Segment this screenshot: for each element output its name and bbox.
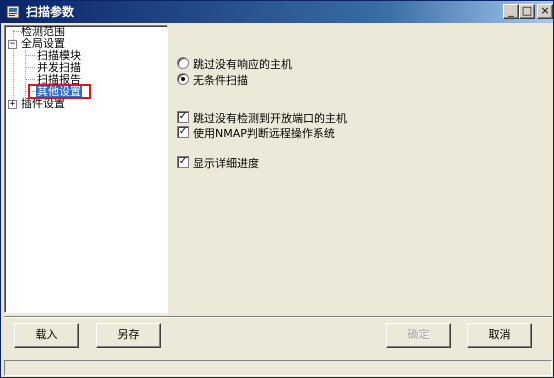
radio-skip-unresponsive[interactable] xyxy=(177,57,189,69)
checkbox-skip-no-open-ports[interactable]: ✓ xyxy=(177,111,189,123)
load-button[interactable]: 载入 xyxy=(14,323,79,348)
radio-selected-dot xyxy=(181,77,185,81)
radio-label-unconditional-scan: 无条件扫描 xyxy=(193,74,248,87)
status-bar xyxy=(4,360,552,376)
minimize-button[interactable]: _ xyxy=(503,4,519,19)
collapse-icon[interactable]: − xyxy=(8,40,17,49)
tree-connector xyxy=(25,79,35,80)
footer-divider xyxy=(4,316,552,318)
checkbox-show-detailed-progress[interactable]: ✓ xyxy=(177,156,189,168)
expand-icon[interactable]: + xyxy=(8,100,17,109)
radio-unconditional-scan[interactable] xyxy=(177,73,189,85)
options-panel: 跳过没有响应的主机 无条件扫描 ✓ 跳过没有检测到开放端口的主机 ✓ 使用NMA… xyxy=(171,25,551,313)
tree-connector xyxy=(25,50,26,102)
close-button[interactable]: × xyxy=(537,4,553,19)
tree-connector xyxy=(25,67,35,68)
tree-connector xyxy=(25,55,35,56)
checkbox-label-show-detailed-progress: 显示详细进度 xyxy=(193,157,259,170)
radio-label-skip-unresponsive: 跳过没有响应的主机 xyxy=(193,58,292,71)
checkbox-use-nmap-os[interactable]: ✓ xyxy=(177,126,189,138)
dialog-window: 扫描参数 _ □ × 检测范围 − 全局设置 扫描模块 并发扫描 扫描报告 其他… xyxy=(0,0,554,378)
window-title: 扫描参数 xyxy=(26,5,75,19)
checkbox-label-use-nmap-os: 使用NMAP判断远程操作系统 xyxy=(193,127,335,140)
annotation-highlight-box xyxy=(28,84,91,99)
checkbox-label-skip-no-open-ports: 跳过没有检测到开放端口的主机 xyxy=(193,112,347,125)
settings-tree[interactable]: 检测范围 − 全局设置 扫描模块 并发扫描 扫描报告 其他设置 + 插件设置 xyxy=(4,25,168,313)
save-as-button[interactable]: 另存 xyxy=(96,323,161,348)
app-icon xyxy=(6,5,20,19)
ok-button[interactable]: 确定 xyxy=(386,323,451,348)
maximize-button[interactable]: □ xyxy=(519,4,535,19)
title-bar[interactable]: 扫描参数 _ □ × xyxy=(1,1,553,23)
cancel-button[interactable]: 取消 xyxy=(467,323,532,348)
tree-item-plugin-settings[interactable]: 插件设置 xyxy=(20,98,66,110)
